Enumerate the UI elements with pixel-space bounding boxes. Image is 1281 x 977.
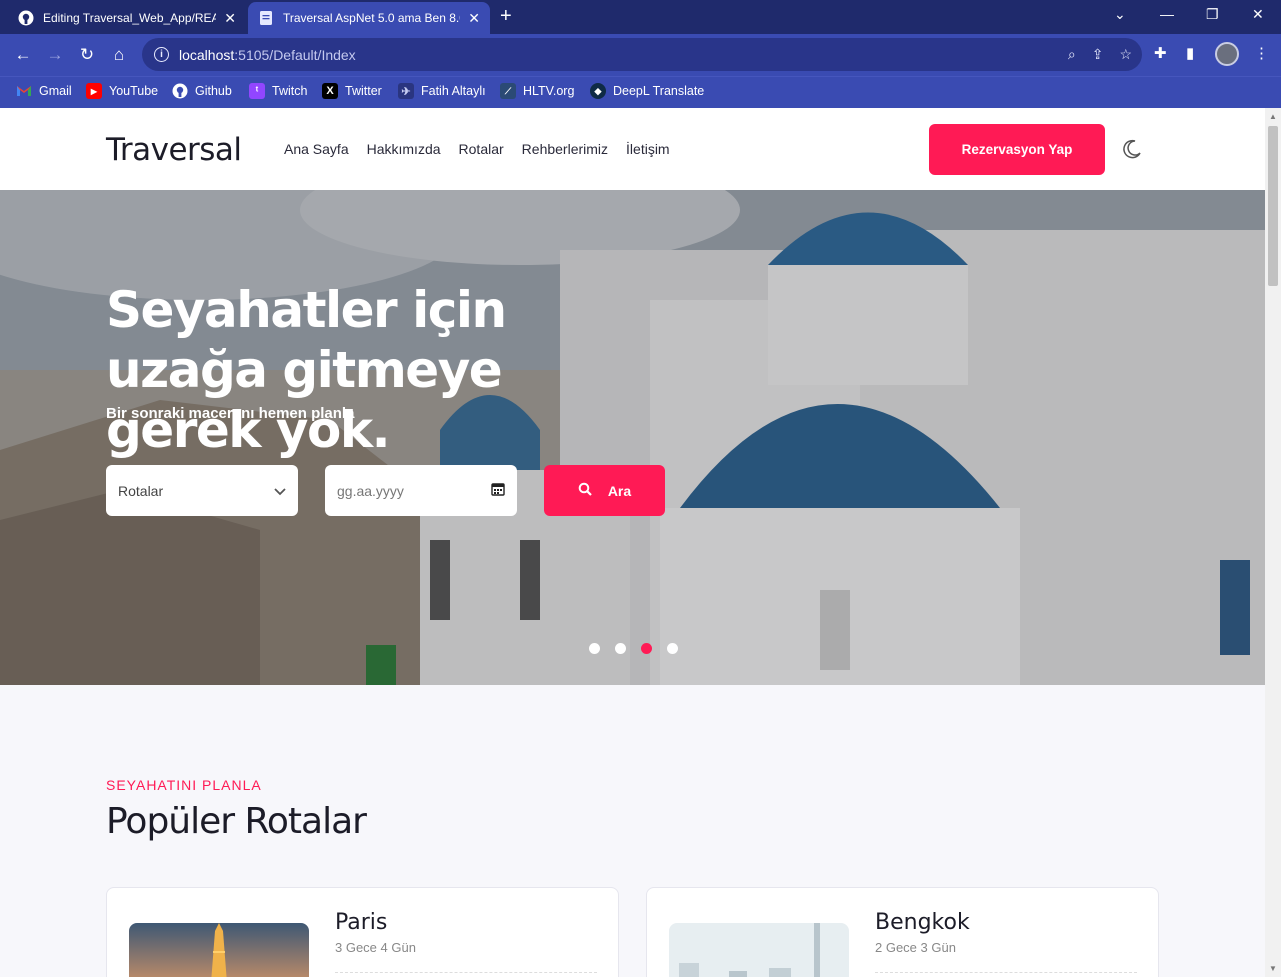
- deepl-icon: ◆: [590, 83, 606, 99]
- tab-title: Traversal AspNet 5.0 ama Ben 8.0: [282, 11, 461, 25]
- youtube-icon: ▶: [86, 83, 102, 99]
- github-icon: [172, 83, 188, 99]
- bookmark-label: HLTV.org: [523, 84, 575, 98]
- site-info-icon[interactable]: i: [154, 47, 169, 62]
- slider-dot-4[interactable]: [667, 643, 678, 654]
- bookmark-label: Gmail: [39, 84, 72, 98]
- nav-about[interactable]: Hakkımızda: [367, 141, 441, 157]
- home-icon[interactable]: ⌂: [108, 44, 130, 66]
- nav-home[interactable]: Ana Sayfa: [284, 141, 349, 157]
- twitch-icon: ᵗ: [249, 83, 265, 99]
- route-select[interactable]: Rotalar: [106, 465, 298, 516]
- hero-title: Seyahatler için uzağa gitmeye gerek yok.: [106, 281, 507, 459]
- bookmarks-bar: Gmail ▶ YouTube Github ᵗ Twitch X Twitter ✈…: [0, 76, 1281, 108]
- bookmark-deepl[interactable]: ◆ DeepL Translate: [590, 83, 704, 99]
- gmail-icon: [16, 83, 32, 99]
- section-eyebrow: SEYAHATINI PLANLA: [106, 777, 262, 793]
- scrollbar-thumb[interactable]: [1268, 126, 1278, 286]
- card-title: Paris: [335, 910, 388, 935]
- bookmark-gmail[interactable]: Gmail: [16, 83, 72, 99]
- main-nav: Ana Sayfa Hakkımızda Rotalar Rehberlerim…: [284, 141, 670, 157]
- back-arrow-icon[interactable]: ←: [12, 44, 34, 66]
- nav-contact[interactable]: İletişim: [626, 141, 670, 157]
- url-path: :5105/Default/Index: [234, 46, 356, 63]
- nav-guides[interactable]: Rehberlerimiz: [522, 141, 608, 157]
- slider-dot-3[interactable]: [641, 643, 652, 654]
- new-tab-button[interactable]: +: [500, 6, 512, 26]
- site-logo[interactable]: Traversal: [106, 132, 242, 168]
- bookmark-hltv[interactable]: ⟋ HLTV.org: [500, 83, 574, 99]
- slider-dots: [589, 643, 678, 654]
- bookmark-label: Fatih Altaylı: [421, 84, 486, 98]
- menu-kebab-icon[interactable]: ⋮: [1254, 44, 1269, 62]
- close-icon[interactable]: ✕: [224, 10, 236, 27]
- url-host: localhost: [179, 46, 235, 63]
- tab-github-readme[interactable]: Editing Traversal_Web_App/READM ✕: [8, 2, 246, 34]
- paris-image: [129, 923, 309, 977]
- bookmark-youtube[interactable]: ▶ YouTube: [86, 83, 158, 99]
- card-divider: [875, 972, 1137, 973]
- close-icon[interactable]: ✕: [468, 10, 480, 27]
- restore-icon[interactable]: ❐: [1206, 6, 1219, 23]
- zoom-icon[interactable]: ⌕: [1068, 46, 1076, 63]
- github-icon: [18, 10, 34, 26]
- browser-toolbar: ← → ↻ ⌂ i localhost:5105/Default/Index ⌕…: [0, 34, 1281, 76]
- forward-arrow-icon[interactable]: →: [44, 44, 66, 66]
- bookmark-twitch[interactable]: ᵗ Twitch: [249, 83, 307, 99]
- close-window-icon[interactable]: ✕: [1252, 6, 1264, 23]
- reload-icon[interactable]: ↻: [76, 44, 98, 66]
- tab-title: Editing Traversal_Web_App/READM: [43, 11, 217, 25]
- hero-slider: Seyahatler için uzağa gitmeye gerek yok.…: [0, 190, 1265, 685]
- route-select-value: Rotalar: [118, 482, 164, 499]
- extensions-icon[interactable]: ✚: [1154, 44, 1167, 62]
- page-viewport: Traversal Ana Sayfa Hakkımızda Rotalar R…: [0, 108, 1265, 977]
- search-icon: [578, 482, 592, 499]
- bookmark-label: Github: [195, 84, 232, 98]
- page-scrollbar[interactable]: ▲ ▼: [1265, 108, 1281, 977]
- profile-avatar[interactable]: [1215, 42, 1239, 66]
- tab-search-chevron-icon[interactable]: ⌄: [1114, 6, 1126, 23]
- document-icon: [258, 10, 274, 26]
- bookmark-label: DeepL Translate: [613, 84, 705, 98]
- moon-icon[interactable]: [1121, 138, 1143, 160]
- slider-dot-2[interactable]: [615, 643, 626, 654]
- side-panel-icon[interactable]: ▮: [1186, 44, 1194, 62]
- address-bar[interactable]: i localhost:5105/Default/Index ⌕ ⇪ ☆: [142, 38, 1142, 71]
- bangkok-image: [669, 923, 849, 977]
- slider-dot-1[interactable]: [589, 643, 600, 654]
- hero-subtitle: Bir sonraki maceranı hemen planla: [106, 405, 355, 422]
- bookmark-label: Twitter: [345, 84, 382, 98]
- card-duration: 2 Gece 3 Gün: [875, 940, 956, 955]
- date-placeholder: gg.aa.yyyy: [337, 482, 404, 499]
- search-button[interactable]: Ara: [544, 465, 665, 516]
- bookmark-github[interactable]: Github: [172, 83, 232, 99]
- tab-strip: Editing Traversal_Web_App/READM ✕ Traver…: [0, 0, 1281, 34]
- x-icon: X: [322, 83, 338, 99]
- fatih-altayli-icon: ✈: [398, 83, 414, 99]
- date-input[interactable]: gg.aa.yyyy: [325, 465, 517, 516]
- bookmark-label: Twitch: [272, 84, 308, 98]
- section-title: Popüler Rotalar: [106, 801, 367, 842]
- bookmark-label: YouTube: [109, 84, 159, 98]
- hltv-icon: ⟋: [500, 83, 516, 99]
- bookmark-twitter[interactable]: X Twitter: [322, 83, 382, 99]
- route-card-paris[interactable]: Paris 3 Gece 4 Gün: [106, 887, 619, 977]
- scroll-up-icon[interactable]: ▲: [1269, 112, 1277, 121]
- chevron-down-icon: [274, 483, 286, 499]
- site-header: Traversal Ana Sayfa Hakkımızda Rotalar R…: [0, 108, 1265, 190]
- calendar-icon[interactable]: [491, 482, 505, 499]
- scroll-down-icon[interactable]: ▼: [1269, 964, 1277, 973]
- reservation-button[interactable]: Rezervasyon Yap: [929, 124, 1105, 175]
- nav-routes[interactable]: Rotalar: [459, 141, 504, 157]
- route-card-bengkok[interactable]: Bengkok 2 Gece 3 Gün: [646, 887, 1159, 977]
- card-divider: [335, 972, 597, 973]
- minimize-icon[interactable]: —: [1160, 6, 1174, 22]
- card-title: Bengkok: [875, 910, 970, 935]
- bookmark-star-icon[interactable]: ☆: [1119, 46, 1132, 63]
- share-icon[interactable]: ⇪: [1092, 46, 1104, 63]
- bookmark-fatih-altayli[interactable]: ✈ Fatih Altaylı: [398, 83, 486, 99]
- tab-traversal[interactable]: Traversal AspNet 5.0 ama Ben 8.0 ✕: [248, 2, 490, 34]
- search-label: Ara: [607, 482, 632, 499]
- card-duration: 3 Gece 4 Gün: [335, 940, 416, 955]
